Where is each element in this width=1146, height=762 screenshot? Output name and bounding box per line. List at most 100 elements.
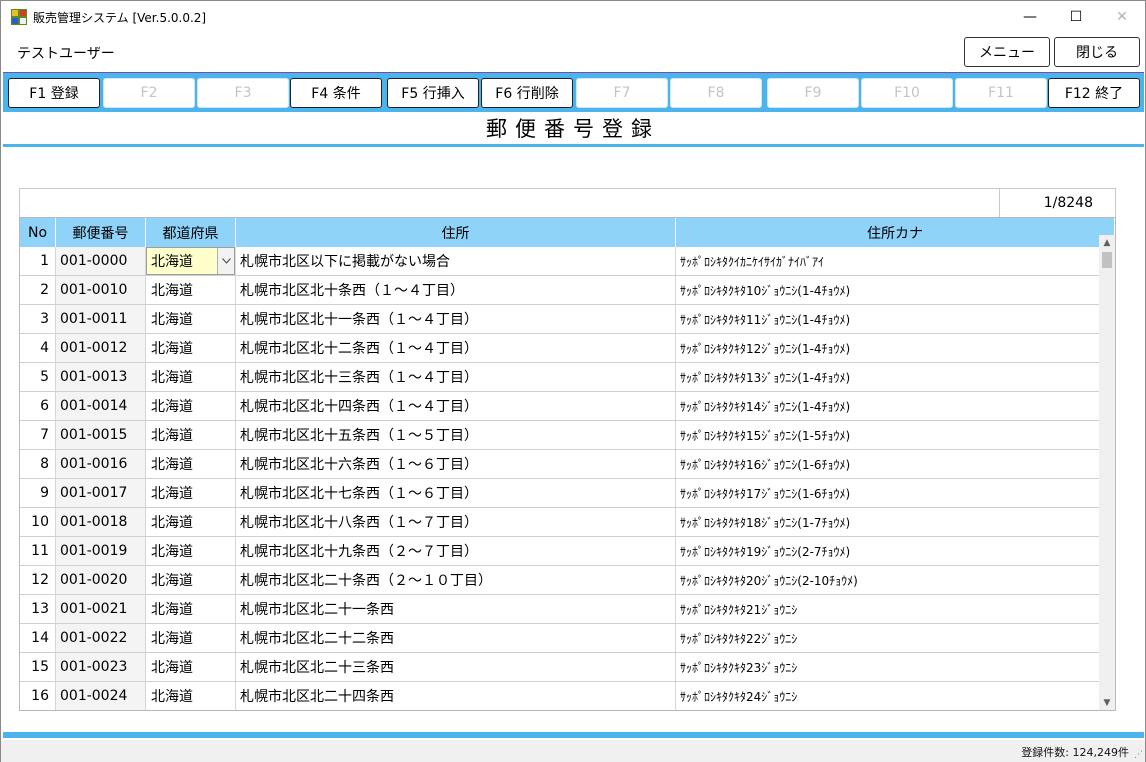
address-kana-cell[interactable]: ｻｯﾎﾟﾛｼｷﾀｸｷﾀ11ｼﾞｮｳﾆｼ(1-4ﾁｮｳﾒ) <box>676 305 1115 333</box>
address-cell[interactable]: 札幌市北区北十九条西（２～７丁目） <box>236 537 676 565</box>
address-kana-cell[interactable]: ｻｯﾎﾟﾛｼｷﾀｸｷﾀ23ｼﾞｮｳﾆｼ <box>676 653 1115 681</box>
column-header-address[interactable]: 住所 <box>236 218 676 247</box>
table-row[interactable]: 1 001-0000 北海道 札幌市北区以下に掲載がない場合 ｻｯﾎﾟﾛｼｷﾀｸ… <box>20 247 1115 276</box>
address-kana-cell[interactable]: ｻｯﾎﾟﾛｼｷﾀｸｷﾀ18ｼﾞｮｳﾆｼ(1-7ﾁｮｳﾒ) <box>676 508 1115 536</box>
prefecture-cell[interactable]: 北海道 <box>146 363 236 391</box>
zip-cell[interactable]: 001-0016 <box>56 450 146 478</box>
zip-cell[interactable]: 001-0021 <box>56 595 146 623</box>
f4-button[interactable]: F4 条件 <box>290 78 382 108</box>
scroll-thumb[interactable] <box>1102 252 1112 268</box>
table-row[interactable]: 2 001-0010 北海道 札幌市北区北十条西（１～４丁目） ｻｯﾎﾟﾛｼｷﾀ… <box>20 276 1115 305</box>
column-header-no[interactable]: No <box>20 218 56 247</box>
zip-cell[interactable]: 001-0022 <box>56 624 146 652</box>
address-kana-cell[interactable]: ｻｯﾎﾟﾛｼｷﾀｸｷﾀ13ｼﾞｮｳﾆｼ(1-4ﾁｮｳﾒ) <box>676 363 1115 391</box>
table-row[interactable]: 14 001-0022 北海道 札幌市北区北二十二条西 ｻｯﾎﾟﾛｼｷﾀｸｷﾀ2… <box>20 624 1115 653</box>
zip-cell[interactable]: 001-0010 <box>56 276 146 304</box>
table-row[interactable]: 12 001-0020 北海道 札幌市北区北二十条西（２～１０丁目） ｻｯﾎﾟﾛ… <box>20 566 1115 595</box>
address-cell[interactable]: 札幌市北区北二十二条西 <box>236 624 676 652</box>
zip-cell[interactable]: 001-0011 <box>56 305 146 333</box>
table-row[interactable]: 16 001-0024 北海道 札幌市北区北二十四条西 ｻｯﾎﾟﾛｼｷﾀｸｷﾀ2… <box>20 682 1115 710</box>
minimize-icon[interactable]: — <box>1007 1 1053 33</box>
zip-cell[interactable]: 001-0024 <box>56 682 146 710</box>
prefecture-cell[interactable]: 北海道 <box>146 566 236 594</box>
prefecture-cell[interactable]: 北海道 <box>146 682 236 710</box>
prefecture-cell[interactable]: 北海道 <box>146 624 236 652</box>
column-header-prefecture[interactable]: 都道府県 <box>146 218 236 247</box>
address-cell[interactable]: 札幌市北区北二十三条西 <box>236 653 676 681</box>
zip-cell[interactable]: 001-0017 <box>56 479 146 507</box>
column-header-zip[interactable]: 郵便番号 <box>56 218 146 247</box>
prefecture-cell[interactable]: 北海道 <box>146 479 236 507</box>
address-kana-cell[interactable]: ｻｯﾎﾟﾛｼｷﾀｸｷﾀ21ｼﾞｮｳﾆｼ <box>676 595 1115 623</box>
address-kana-cell[interactable]: ｻｯﾎﾟﾛｼｷﾀｸｷﾀ20ｼﾞｮｳﾆｼ(2-10ﾁｮｳﾒ) <box>676 566 1115 594</box>
address-cell[interactable]: 札幌市北区北十五条西（１～５丁目） <box>236 421 676 449</box>
zip-cell[interactable]: 001-0020 <box>56 566 146 594</box>
resize-grip-icon[interactable]: ⋰ <box>1134 750 1143 760</box>
f12-button[interactable]: F12 終了 <box>1048 78 1140 108</box>
address-cell[interactable]: 札幌市北区以下に掲載がない場合 <box>236 247 676 275</box>
prefecture-cell[interactable]: 北海道 <box>146 392 236 420</box>
prefecture-cell[interactable]: 北海道 <box>146 334 236 362</box>
f5-button[interactable]: F5 行挿入 <box>387 78 479 108</box>
address-kana-cell[interactable]: ｻｯﾎﾟﾛｼｷﾀｸｷﾀ15ｼﾞｮｳﾆｼ(1-5ﾁｮｳﾒ) <box>676 421 1115 449</box>
address-kana-cell[interactable]: ｻｯﾎﾟﾛｼｷﾀｸｲｶﾆｹｲｻｲｶﾞﾅｲﾊﾞｱｲ <box>676 247 1115 275</box>
address-cell[interactable]: 札幌市北区北十七条西（１～６丁目） <box>236 479 676 507</box>
address-kana-cell[interactable]: ｻｯﾎﾟﾛｼｷﾀｸｷﾀ16ｼﾞｮｳﾆｼ(1-6ﾁｮｳﾒ) <box>676 450 1115 478</box>
zip-cell[interactable]: 001-0018 <box>56 508 146 536</box>
table-row[interactable]: 10 001-0018 北海道 札幌市北区北十八条西（１～７丁目） ｻｯﾎﾟﾛｼ… <box>20 508 1115 537</box>
f9-button[interactable]: F9 <box>767 78 859 108</box>
address-kana-cell[interactable]: ｻｯﾎﾟﾛｼｷﾀｸｷﾀ22ｼﾞｮｳﾆｼ <box>676 624 1115 652</box>
f8-button[interactable]: F8 <box>670 78 762 108</box>
column-header-address-kana[interactable]: 住所カナ <box>676 218 1115 247</box>
table-row[interactable]: 5 001-0013 北海道 札幌市北区北十三条西（１～４丁目） ｻｯﾎﾟﾛｼｷ… <box>20 363 1115 392</box>
address-cell[interactable]: 札幌市北区北二十四条西 <box>236 682 676 710</box>
f6-button[interactable]: F6 行削除 <box>481 78 573 108</box>
f1-button[interactable]: F1 登録 <box>8 78 100 108</box>
address-cell[interactable]: 札幌市北区北十三条西（１～４丁目） <box>236 363 676 391</box>
prefecture-cell[interactable]: 北海道 <box>146 537 236 565</box>
address-kana-cell[interactable]: ｻｯﾎﾟﾛｼｷﾀｸｷﾀ10ｼﾞｮｳﾆｼ(1-4ﾁｮｳﾒ) <box>676 276 1115 304</box>
prefecture-cell[interactable]: 北海道 <box>146 421 236 449</box>
f2-button[interactable]: F2 <box>103 78 195 108</box>
address-kana-cell[interactable]: ｻｯﾎﾟﾛｼｷﾀｸｷﾀ19ｼﾞｮｳﾆｼ(2-7ﾁｮｳﾒ) <box>676 537 1115 565</box>
table-row[interactable]: 8 001-0016 北海道 札幌市北区北十六条西（１～６丁目） ｻｯﾎﾟﾛｼｷ… <box>20 450 1115 479</box>
table-row[interactable]: 3 001-0011 北海道 札幌市北区北十一条西（１～４丁目） ｻｯﾎﾟﾛｼｷ… <box>20 305 1115 334</box>
zip-cell[interactable]: 001-0013 <box>56 363 146 391</box>
zip-cell[interactable]: 001-0014 <box>56 392 146 420</box>
address-cell[interactable]: 札幌市北区北十条西（１～４丁目） <box>236 276 676 304</box>
close-window-icon[interactable]: ✕ <box>1099 1 1145 33</box>
table-row[interactable]: 4 001-0012 北海道 札幌市北区北十二条西（１～４丁目） ｻｯﾎﾟﾛｼｷ… <box>20 334 1115 363</box>
scroll-up-icon[interactable]: ▲ <box>1099 235 1115 251</box>
f3-button[interactable]: F3 <box>197 78 289 108</box>
f7-button[interactable]: F7 <box>576 78 668 108</box>
address-kana-cell[interactable]: ｻｯﾎﾟﾛｼｷﾀｸｷﾀ17ｼﾞｮｳﾆｼ(1-6ﾁｮｳﾒ) <box>676 479 1115 507</box>
address-cell[interactable]: 札幌市北区北十八条西（１～７丁目） <box>236 508 676 536</box>
table-row[interactable]: 7 001-0015 北海道 札幌市北区北十五条西（１～５丁目） ｻｯﾎﾟﾛｼｷ… <box>20 421 1115 450</box>
zip-cell[interactable]: 001-0019 <box>56 537 146 565</box>
prefecture-cell[interactable]: 北海道 <box>146 595 236 623</box>
address-kana-cell[interactable]: ｻｯﾎﾟﾛｼｷﾀｸｷﾀ12ｼﾞｮｳﾆｼ(1-4ﾁｮｳﾒ) <box>676 334 1115 362</box>
address-cell[interactable]: 札幌市北区北十四条西（１～４丁目） <box>236 392 676 420</box>
table-row[interactable]: 6 001-0014 北海道 札幌市北区北十四条西（１～４丁目） ｻｯﾎﾟﾛｼｷ… <box>20 392 1115 421</box>
prefecture-cell[interactable]: 北海道 <box>146 508 236 536</box>
f11-button[interactable]: F11 <box>955 78 1047 108</box>
menu-button[interactable]: メニュー <box>964 37 1050 67</box>
maximize-icon[interactable]: ☐ <box>1053 1 1099 33</box>
chevron-down-icon[interactable] <box>217 248 234 274</box>
prefecture-select[interactable]: 北海道 <box>146 247 235 275</box>
prefecture-cell[interactable]: 北海道 <box>146 276 236 304</box>
prefecture-cell[interactable]: 北海道 <box>146 305 236 333</box>
table-row[interactable]: 15 001-0023 北海道 札幌市北区北二十三条西 ｻｯﾎﾟﾛｼｷﾀｸｷﾀ2… <box>20 653 1115 682</box>
vertical-scrollbar[interactable]: ▲ ▼ <box>1099 235 1115 710</box>
f10-button[interactable]: F10 <box>861 78 953 108</box>
address-cell[interactable]: 札幌市北区北十二条西（１～４丁目） <box>236 334 676 362</box>
address-kana-cell[interactable]: ｻｯﾎﾟﾛｼｷﾀｸｷﾀ14ｼﾞｮｳﾆｼ(1-4ﾁｮｳﾒ) <box>676 392 1115 420</box>
address-cell[interactable]: 札幌市北区北十六条西（１～６丁目） <box>236 450 676 478</box>
prefecture-cell[interactable]: 北海道 <box>146 247 236 275</box>
table-row[interactable]: 9 001-0017 北海道 札幌市北区北十七条西（１～６丁目） ｻｯﾎﾟﾛｼｷ… <box>20 479 1115 508</box>
zip-cell[interactable]: 001-0015 <box>56 421 146 449</box>
prefecture-cell[interactable]: 北海道 <box>146 450 236 478</box>
address-cell[interactable]: 札幌市北区北二十一条西 <box>236 595 676 623</box>
prefecture-cell[interactable]: 北海道 <box>146 653 236 681</box>
zip-cell[interactable]: 001-0023 <box>56 653 146 681</box>
